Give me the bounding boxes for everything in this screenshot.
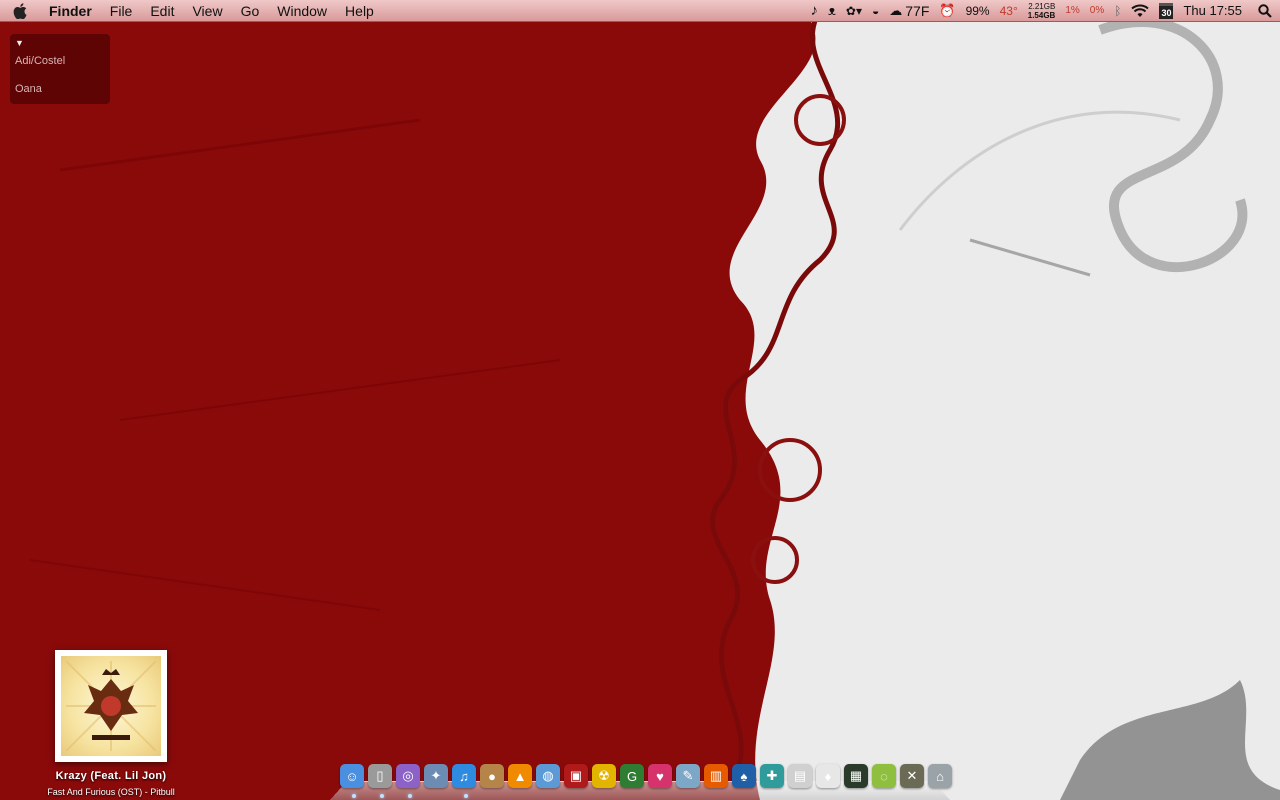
menu-bar: Finder File Edit View Go Window Help ♪ ᴥ…	[0, 0, 1280, 22]
app-menu-finder[interactable]: Finder	[40, 0, 101, 22]
network-icon[interactable]: ◍	[536, 764, 560, 788]
cpu-usage-2[interactable]: 0%	[1090, 5, 1104, 16]
apple-menu-icon[interactable]	[0, 0, 40, 22]
running-indicator	[352, 794, 356, 798]
menu-view[interactable]: View	[183, 0, 231, 22]
mouse-icon[interactable]: ▯	[368, 764, 392, 788]
disclosure-triangle-icon[interactable]: ▼	[15, 38, 105, 48]
trash-icon[interactable]: ⌂	[928, 764, 952, 788]
cpu-usage-1[interactable]: 1%	[1065, 5, 1079, 16]
bluetooth-icon[interactable]: ᛒ	[1114, 4, 1121, 18]
memory-used: 2.21GB	[1028, 1, 1056, 11]
now-playing-artist: Fast And Furious (OST) - Pitbull	[47, 787, 175, 797]
running-indicator	[408, 794, 412, 798]
adium-icon[interactable]: ●	[480, 764, 504, 788]
utilities-icon[interactable]: ✚	[760, 764, 784, 788]
shield-icon[interactable]: ✕	[900, 764, 924, 788]
dock-icons: ☺ ▯ ◎ ✦ ♫ ● ▲ ◍ ▣ ☢ G ♥ ✎ ▥ ♠ ✚ ▤ ♦ ▦ ◌ ✕ ⌂	[340, 764, 952, 788]
menu-window[interactable]: Window	[268, 0, 336, 22]
memory-free: 1.54GB	[1027, 10, 1056, 20]
memory-status[interactable]: 2.21GB 1.54GB	[1028, 2, 1056, 20]
heart-icon[interactable]: ♥	[648, 764, 672, 788]
drive-icon[interactable]: ◒	[872, 4, 879, 18]
terminal-icon[interactable]: ▦	[844, 764, 868, 788]
weather-temp: 77F	[905, 2, 930, 19]
lasso-icon[interactable]: ◎	[396, 764, 420, 788]
menubar-clock[interactable]: Thu 17:55	[1183, 3, 1242, 18]
menu-go[interactable]: Go	[232, 0, 269, 22]
documents-icon[interactable]: ▤	[788, 764, 812, 788]
menu-file[interactable]: File	[101, 0, 142, 22]
wallpaper-art	[29, 0, 1280, 800]
finder-icon[interactable]: ☺	[340, 764, 364, 788]
calendar-day: 30	[1159, 2, 1174, 19]
stats-icon[interactable]: ▥	[704, 764, 728, 788]
spotlight-search-icon[interactable]	[1258, 3, 1272, 18]
folder-stack-widget: ▼ Adi/Costel Oana	[10, 34, 110, 104]
menu-help[interactable]: Help	[336, 0, 383, 22]
vlc-icon[interactable]: ▲	[508, 764, 532, 788]
xcode-icon[interactable]: ◌	[872, 764, 896, 788]
stack-item-adi-costel[interactable]: Adi/Costel	[15, 54, 105, 68]
google-icon[interactable]: G	[620, 764, 644, 788]
solitaire-icon[interactable]: ♦	[816, 764, 840, 788]
cards-icon[interactable]: ♠	[732, 764, 756, 788]
cpu-temperature[interactable]: 43°	[1000, 4, 1018, 18]
desktop-wallpaper	[0, 0, 1280, 800]
now-playing-track: Krazy (Feat. Lil Jon)	[55, 770, 167, 782]
cloud-sun-icon: ☁	[889, 2, 903, 18]
wifi-icon[interactable]	[1131, 4, 1150, 18]
calendar-icon[interactable]: 30	[1159, 2, 1174, 19]
itunes-icon[interactable]: ♫	[452, 764, 476, 788]
album-artwork[interactable]	[55, 650, 167, 762]
album-cover-image	[61, 656, 161, 756]
preview-icon[interactable]: ✎	[676, 764, 700, 788]
running-indicator	[380, 794, 384, 798]
battery-percent[interactable]: 99%	[966, 4, 990, 18]
radiation-icon[interactable]: ☢	[592, 764, 616, 788]
menu-edit[interactable]: Edit	[141, 0, 183, 22]
dock: ☺ ▯ ◎ ✦ ♫ ● ▲ ◍ ▣ ☢ G ♥ ✎ ▥ ♠ ✚ ▤ ♦ ▦ ◌ ✕ ⌂	[330, 762, 952, 800]
stack-item-oana[interactable]: Oana	[15, 82, 105, 96]
safari-icon[interactable]: ✦	[424, 764, 448, 788]
weather-status[interactable]: ☁ 77F	[889, 3, 929, 19]
growl-icon[interactable]: ✿▾	[846, 4, 862, 18]
running-indicator	[464, 794, 468, 798]
music-note-icon[interactable]: ♪	[811, 2, 819, 19]
photobooth-icon[interactable]: ▣	[564, 764, 588, 788]
butterfly-icon[interactable]: ᴥ	[828, 3, 836, 18]
alarm-clock-icon[interactable]: ⏰	[939, 3, 955, 19]
